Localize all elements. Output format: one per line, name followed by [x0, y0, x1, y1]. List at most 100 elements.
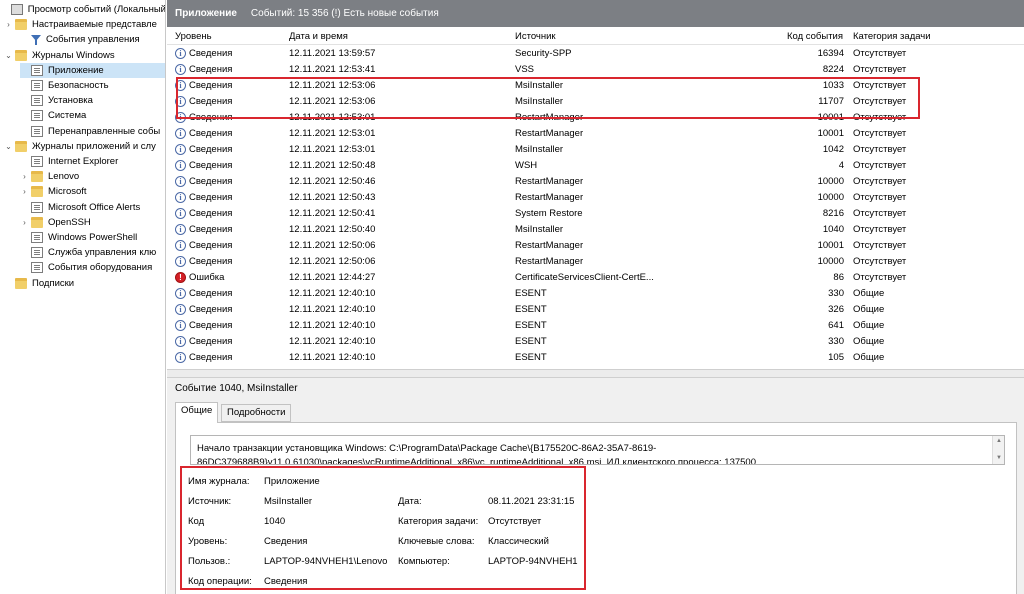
table-row[interactable]: i Сведения 12.11.2021 12:40:10 ESENT 105 Общи…	[167, 350, 1024, 366]
tree-root[interactable]: Просмотр событий (Локальный	[2, 2, 165, 17]
table-row[interactable]: i Сведения 12.11.2021 12:40:10 ESENT 330 Общи…	[167, 286, 1024, 302]
tree-item-label: OpenSSH	[48, 216, 91, 228]
cell-level: Ошибка	[189, 272, 225, 283]
cell-source: ESENT	[515, 352, 547, 363]
cell-source: RestartManager	[515, 192, 584, 203]
chevron-down-icon[interactable]: ⌄	[4, 48, 13, 63]
tree-admin-events[interactable]: События управления	[20, 32, 165, 47]
cell-source: Security-SPP	[515, 48, 572, 59]
table-header: Уровень Дата и время Источник Код событи…	[167, 27, 1024, 45]
cell-source: MsiInstaller	[515, 224, 564, 235]
tree-internet-explorer[interactable]: Internet Explorer	[20, 154, 165, 169]
folder-icon	[15, 19, 27, 31]
column-source[interactable]: Источник	[515, 31, 556, 42]
tab-details[interactable]: Подробности	[221, 404, 292, 422]
tree-forwarded[interactable]: Перенаправленные собы	[20, 124, 165, 139]
table-row[interactable]: i Сведения 12.11.2021 12:40:10 ESENT 330 Общи…	[167, 334, 1024, 350]
chevron-down-icon[interactable]: ⌄	[4, 139, 13, 154]
scroll-up-icon[interactable]: ▲	[996, 438, 1002, 444]
chevron-right-icon[interactable]: ›	[4, 17, 13, 32]
cell-datetime: 12.11.2021 12:50:43	[289, 192, 376, 203]
column-level[interactable]: Уровень	[175, 31, 212, 42]
cell-datetime: 12.11.2021 12:50:06	[289, 256, 376, 267]
cell-level: Сведения	[189, 336, 233, 347]
pane-splitter[interactable]	[167, 369, 1024, 378]
event-log-icon	[31, 125, 43, 137]
chevron-right-icon[interactable]: ›	[20, 169, 29, 184]
cell-level: Сведения	[189, 288, 233, 299]
tree-setup[interactable]: Установка	[20, 93, 165, 108]
tree-item-label: Журналы Windows	[32, 49, 115, 61]
tree-hardware-events[interactable]: События оборудования	[20, 260, 165, 275]
chevron-right-icon[interactable]: ›	[20, 184, 29, 199]
table-row[interactable]: i Сведения 12.11.2021 12:50:46 RestartManag…	[167, 174, 1024, 190]
table-row[interactable]: i Сведения 12.11.2021 12:50:48 WSH 4 Отсутств…	[167, 158, 1024, 174]
tree-app-services-logs[interactable]: ⌄ Журналы приложений и слу	[4, 139, 165, 154]
tree-windows-logs[interactable]: ⌄ Журналы Windows	[4, 48, 165, 63]
table-row[interactable]: i Сведения 12.11.2021 12:50:06 RestartManag…	[167, 238, 1024, 254]
table-row[interactable]: i Сведения 12.11.2021 12:53:01 MsiInstaller…	[167, 142, 1024, 158]
event-description-box[interactable]: Начало транзакции установщика Windows: C…	[190, 435, 1005, 465]
column-datetime[interactable]: Дата и время	[289, 31, 348, 42]
cell-category: Общие	[853, 352, 885, 363]
tree-openssh[interactable]: › OpenSSH	[20, 215, 165, 230]
tab-general[interactable]: Общие	[175, 402, 219, 423]
tree-powershell[interactable]: Windows PowerShell	[20, 230, 165, 245]
info-icon: i	[175, 160, 186, 171]
tree-item-label: Служба управления клю	[48, 247, 157, 259]
tree-subscriptions[interactable]: Подписки	[4, 276, 165, 291]
event-detail-title: Событие 1040, MsiInstaller	[175, 383, 298, 394]
cell-datetime: 12.11.2021 12:50:48	[289, 160, 376, 171]
event-log-icon	[31, 201, 43, 213]
info-icon: i	[175, 144, 186, 155]
cell-level: Сведения	[189, 208, 233, 219]
table-row[interactable]: i Сведения 12.11.2021 12:53:01 RestartManag…	[167, 126, 1024, 142]
table-row[interactable]: ! Ошибка 12.11.2021 12:44:27 CertificateSer…	[167, 270, 1024, 286]
tree-item-label: Настраиваемые представле	[32, 19, 157, 31]
table-row[interactable]: i Сведения 12.11.2021 12:50:40 MsiInstaller…	[167, 222, 1024, 238]
table-row[interactable]: i Сведения 12.11.2021 12:40:10 ESENT 641 Общи…	[167, 318, 1024, 334]
root-icon	[10, 4, 23, 15]
table-row[interactable]: i Сведения 12.11.2021 12:40:10 ESENT 326 Общи…	[167, 302, 1024, 318]
tree-item-label: Internet Explorer	[48, 156, 119, 167]
highlight-box-properties	[180, 466, 586, 590]
tree-custom-views[interactable]: › Настраиваемые представле	[4, 17, 165, 32]
log-header: Приложение Событий: 15 356 (!) Есть новы…	[167, 0, 1024, 27]
cell-datetime: 12.11.2021 12:53:41	[289, 64, 376, 75]
cell-code: 10000	[817, 192, 844, 203]
event-log-icon	[31, 80, 43, 91]
tree-office-alerts[interactable]: Microsoft Office Alerts	[20, 200, 165, 215]
tree-item-label: События оборудования	[48, 262, 153, 274]
info-icon: i	[175, 352, 186, 363]
folder-icon	[15, 49, 27, 61]
cell-source: RestartManager	[515, 128, 584, 139]
tree-system[interactable]: Система	[20, 108, 165, 123]
scroll-down-icon[interactable]: ▼	[996, 455, 1002, 461]
table-row[interactable]: i Сведения 12.11.2021 12:50:41 System Resto…	[167, 206, 1024, 222]
tree-lenovo[interactable]: › Lenovo	[20, 169, 165, 184]
cell-code: 330	[828, 288, 844, 299]
cell-code: 10000	[817, 176, 844, 187]
chevron-right-icon[interactable]: ›	[20, 215, 29, 230]
cell-level: Сведения	[189, 304, 233, 315]
tree-item-label: События управления	[46, 34, 140, 46]
description-scrollbar[interactable]: ▲ ▼	[992, 436, 1004, 464]
column-task-category[interactable]: Категория задачи	[853, 31, 931, 42]
column-event-code[interactable]: Код события	[787, 31, 843, 42]
tree-application[interactable]: Приложение	[20, 62, 165, 78]
highlight-box-rows	[176, 77, 920, 119]
info-icon: i	[175, 320, 186, 331]
tree-item-label: Установка	[48, 95, 93, 107]
tree-key-mgmt[interactable]: Служба управления клю	[20, 245, 165, 260]
table-row[interactable]: i Сведения 12.11.2021 12:50:43 RestartManag…	[167, 190, 1024, 206]
table-row[interactable]: i Сведения 12.11.2021 12:53:41 VSS 8224 Отсут…	[167, 62, 1024, 78]
tree-security[interactable]: Безопасность	[20, 78, 165, 93]
table-row[interactable]: i Сведения 12.11.2021 12:50:06 RestartManag…	[167, 254, 1024, 270]
cell-code: 330	[828, 336, 844, 347]
folder-icon	[15, 277, 27, 289]
cell-category: Общие	[853, 320, 885, 331]
cell-code: 105	[828, 352, 844, 363]
tree-microsoft[interactable]: › Microsoft	[20, 184, 165, 199]
cell-category: Отсутствует	[853, 208, 907, 219]
table-row[interactable]: i Сведения 12.11.2021 13:59:57 Security-SPP…	[167, 46, 1024, 62]
